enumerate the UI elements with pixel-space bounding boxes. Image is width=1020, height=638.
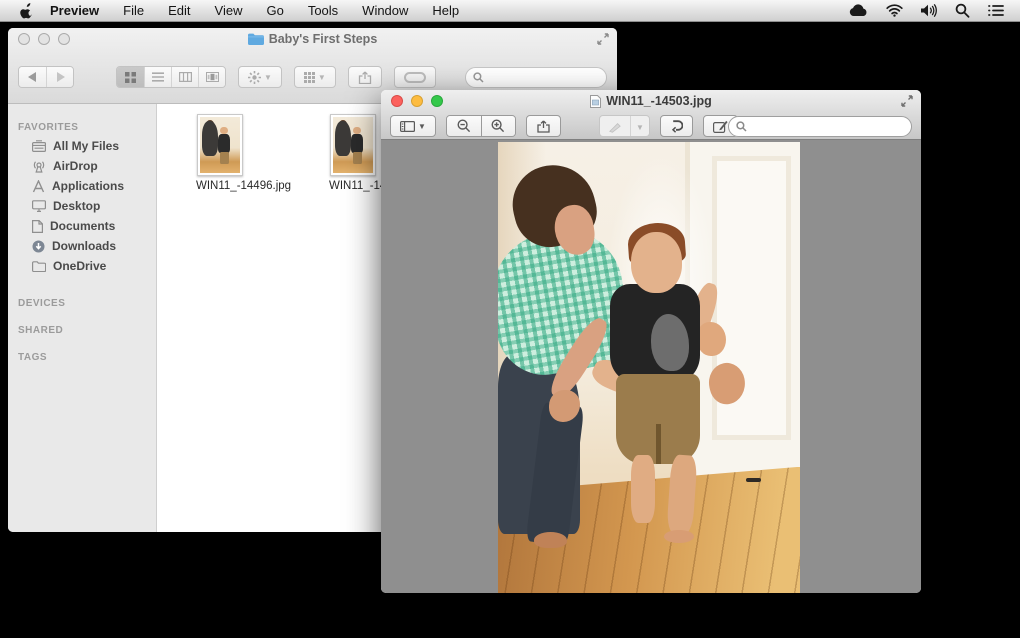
- apple-menu-icon[interactable]: [20, 2, 34, 19]
- file-thumbnail-1-image: [197, 114, 243, 176]
- menu-bar: Preview File Edit View Go Tools Window H…: [0, 0, 1020, 22]
- menu-window[interactable]: Window: [362, 3, 408, 18]
- menu-edit[interactable]: Edit: [168, 3, 190, 18]
- coverflow-view-button[interactable]: [198, 67, 225, 87]
- photo-baby-head: [630, 232, 683, 294]
- sidebar-item-downloads[interactable]: Downloads: [8, 236, 156, 256]
- preview-search-field[interactable]: [728, 115, 912, 137]
- share-button[interactable]: [347, 66, 382, 88]
- back-button[interactable]: [19, 67, 46, 87]
- sidebar-item-all-my-files[interactable]: All My Files: [8, 136, 156, 156]
- fullscreen-icon[interactable]: [901, 95, 913, 107]
- sidebar-section-devices: DEVICES: [18, 298, 66, 309]
- minimize-button[interactable]: [411, 95, 423, 107]
- preview-titlebar[interactable]: WIN11_-14503.jpg: [381, 90, 921, 112]
- list-view-button[interactable]: [144, 67, 171, 87]
- photo-mother-foot: [534, 532, 568, 549]
- rotate-left-button[interactable]: [659, 115, 693, 137]
- forward-button[interactable]: [46, 67, 73, 87]
- view-options-button[interactable]: ▼: [390, 115, 436, 137]
- view-switcher: [116, 66, 226, 88]
- finder-titlebar[interactable]: Baby's First Steps: [8, 28, 617, 50]
- spotlight-search-icon[interactable]: [955, 3, 970, 18]
- file-name-label: WIN11_-14496.jpg: [196, 180, 292, 192]
- file-thumbnail-1[interactable]: WIN11_-14496.jpg: [196, 114, 292, 192]
- navigation-buttons: [18, 66, 74, 88]
- sidebar-section-favorites: FAVORITES: [18, 122, 79, 133]
- photo-baby-shorts: [615, 374, 701, 465]
- app-menu-preview[interactable]: Preview: [50, 3, 99, 18]
- zoom-out-button[interactable]: [446, 116, 481, 136]
- column-view-button[interactable]: [171, 67, 198, 87]
- folder-icon: [247, 33, 264, 45]
- sidebar-section-tags: TAGS: [18, 352, 48, 363]
- preview-toolbar: ▼ ▼: [381, 112, 921, 140]
- onedrive-icon: [32, 260, 46, 272]
- close-button[interactable]: [391, 95, 403, 107]
- all-my-files-icon: [32, 140, 46, 152]
- close-button[interactable]: [18, 33, 30, 45]
- photo-mother-hand: [549, 390, 580, 422]
- wifi-icon[interactable]: [886, 4, 903, 17]
- notification-center-icon[interactable]: [988, 4, 1004, 17]
- menu-file[interactable]: File: [123, 3, 144, 18]
- sidebar-item-applications[interactable]: Applications: [8, 176, 156, 196]
- finder-sidebar: FAVORITES All My Files AirDrop Applicati…: [8, 104, 157, 532]
- photo-baby-leg: [630, 455, 656, 524]
- preview-header: WIN11_-14503.jpg ▼ ▼: [381, 90, 921, 140]
- finder-window-title: Baby's First Steps: [8, 32, 617, 46]
- photo-baby-shirt: [609, 284, 701, 384]
- action-menu-button[interactable]: ▼: [238, 66, 282, 88]
- sidebar-item-airdrop[interactable]: AirDrop: [8, 156, 156, 176]
- finder-search-field[interactable]: [465, 66, 607, 88]
- highlight-button[interactable]: [599, 116, 630, 136]
- minimize-button[interactable]: [38, 33, 50, 45]
- sidebar-item-documents[interactable]: Documents: [8, 216, 156, 236]
- desktop-icon: [32, 200, 46, 212]
- downloads-icon: [32, 240, 45, 253]
- photo-baby-hand: [697, 322, 726, 357]
- sidebar-item-onedrive[interactable]: OneDrive: [8, 256, 156, 276]
- share-button[interactable]: [525, 115, 561, 137]
- tags-button[interactable]: [393, 66, 436, 88]
- zoom-button[interactable]: [431, 95, 443, 107]
- file-thumbnail-2-image: [330, 114, 376, 176]
- zoom-in-button[interactable]: [480, 116, 515, 136]
- preview-window-title: WIN11_-14503.jpg: [381, 94, 921, 108]
- image-document-icon: [590, 94, 602, 108]
- cloud-icon[interactable]: [849, 4, 868, 17]
- search-icon: [736, 120, 747, 132]
- photo-baby-first-steps[interactable]: [498, 142, 800, 593]
- icon-view-button[interactable]: [117, 67, 144, 87]
- menu-tools[interactable]: Tools: [308, 3, 338, 18]
- preview-window[interactable]: WIN11_-14503.jpg ▼ ▼: [381, 90, 921, 593]
- preview-canvas: [381, 140, 921, 593]
- search-icon: [473, 71, 484, 83]
- applications-icon: [32, 179, 45, 193]
- sidebar-item-desktop[interactable]: Desktop: [8, 196, 156, 216]
- menu-help[interactable]: Help: [432, 3, 459, 18]
- file-name-label: WIN11_-145: [329, 180, 393, 192]
- file-thumbnail-2[interactable]: WIN11_-145: [329, 114, 393, 192]
- zoom-controls: [445, 115, 516, 137]
- annotate-controls: ▼: [598, 115, 650, 137]
- zoom-button[interactable]: [58, 33, 70, 45]
- highlight-menu-button[interactable]: ▼: [629, 116, 649, 136]
- fullscreen-icon[interactable]: [597, 33, 609, 45]
- sidebar-section-shared: SHARED: [18, 325, 64, 336]
- menu-go[interactable]: Go: [266, 3, 283, 18]
- documents-icon: [32, 219, 43, 233]
- tag-pill-icon: [403, 71, 426, 83]
- airdrop-icon: [32, 160, 46, 173]
- volume-icon[interactable]: [921, 4, 937, 17]
- photo-door-handle: [745, 477, 761, 483]
- arrange-menu-button[interactable]: ▼: [293, 66, 336, 88]
- menu-view[interactable]: View: [215, 3, 243, 18]
